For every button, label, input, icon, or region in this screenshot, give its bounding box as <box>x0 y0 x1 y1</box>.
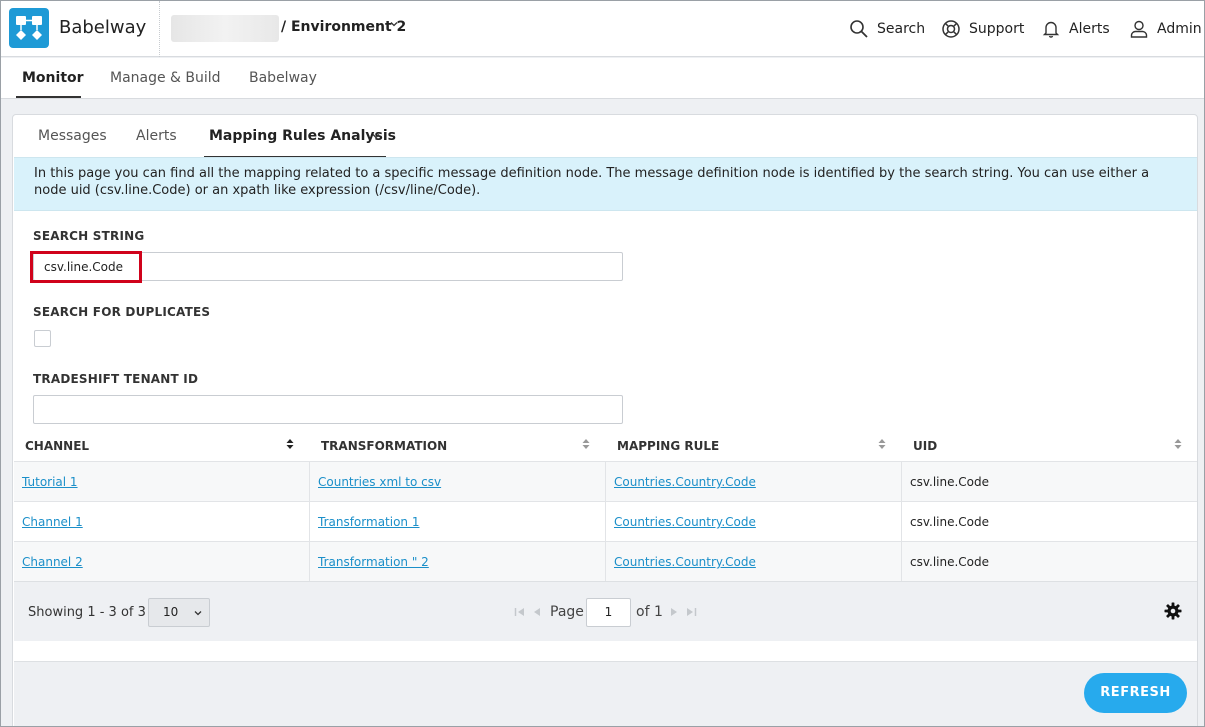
support-button[interactable]: Support <box>941 17 1024 41</box>
page-total-label: of 1 <box>636 604 663 620</box>
column-divider <box>309 502 310 542</box>
column-header-mapping-rule[interactable]: MAPPING RULE <box>617 439 719 453</box>
refresh-button[interactable]: REFRESH <box>1084 673 1187 713</box>
tab-monitor[interactable]: Monitor <box>22 70 84 86</box>
last-page-icon[interactable] <box>685 607 697 617</box>
action-footer <box>14 661 1197 726</box>
tenant-id-label: TRADESHIFT TENANT ID <box>33 372 199 386</box>
channel-cell: Channel 2 <box>22 542 83 582</box>
active-tab-indicator <box>16 96 81 98</box>
mapping-rule-link[interactable]: Countries.Country.Code <box>614 515 756 529</box>
content-panel: Messages Alerts Mapping Rules Analysis I… <box>12 114 1198 726</box>
subtab-alerts[interactable]: Alerts <box>136 128 177 144</box>
pagination-bar: Showing 1 - 3 of 3 10 Page 1 of 1 <box>14 581 1197 641</box>
tab-manage-build[interactable]: Manage & Build <box>110 70 221 86</box>
table-row[interactable]: Channel 2 Transformation " 2 Countries.C… <box>14 541 1197 582</box>
search-label: Search <box>877 21 926 37</box>
page-size-value: 10 <box>163 605 179 619</box>
sub-nav: Messages Alerts Mapping Rules Analysis <box>13 115 1197 158</box>
transformation-link[interactable]: Countries xml to csv <box>318 475 441 489</box>
tenant-name-redacted <box>171 15 279 42</box>
support-label: Support <box>969 21 1025 37</box>
sort-icon[interactable] <box>286 438 294 450</box>
transformation-cell: Countries xml to csv <box>318 462 441 502</box>
previous-page-icon[interactable] <box>532 607 542 617</box>
column-divider <box>309 462 310 502</box>
page-number-input[interactable]: 1 <box>586 598 631 627</box>
mapping-rule-cell: Countries.Country.Code <box>614 462 756 502</box>
table-header: CHANNEL TRANSFORMATION MAPPING RULE UID <box>14 429 1197 461</box>
transformation-link[interactable]: Transformation " 2 <box>318 555 429 569</box>
mapping-rule-link[interactable]: Countries.Country.Code <box>614 555 756 569</box>
highlight-box <box>30 251 142 283</box>
uid-cell: csv.line.Code <box>910 475 990 489</box>
app-window: Babelway / Environment 2 Search Support … <box>0 0 1205 727</box>
uid-cell: csv.line.Code <box>910 555 990 569</box>
search-string-label: SEARCH STRING <box>33 229 145 243</box>
column-header-uid[interactable]: UID <box>913 439 937 453</box>
chevron-down-icon[interactable] <box>389 19 399 32</box>
tab-babelway[interactable]: Babelway <box>249 70 317 86</box>
search-button[interactable]: Search <box>849 17 925 41</box>
channel-cell: Tutorial 1 <box>22 462 78 502</box>
alerts-button[interactable]: Alerts <box>1041 17 1110 41</box>
column-divider <box>309 542 310 582</box>
sort-icon[interactable] <box>582 438 590 450</box>
next-page-icon[interactable] <box>669 607 679 617</box>
environment-selector[interactable]: / Environment 2 <box>281 19 406 35</box>
sort-icon[interactable] <box>1174 438 1182 450</box>
column-divider <box>901 462 902 502</box>
search-icon <box>850 20 868 38</box>
page-size-select[interactable]: 10 <box>148 598 210 627</box>
column-header-transformation[interactable]: TRANSFORMATION <box>321 439 447 453</box>
chevron-down-icon[interactable] <box>371 130 381 145</box>
header-divider <box>159 1 160 57</box>
transformation-cell: Transformation " 2 <box>318 542 429 582</box>
transformation-link[interactable]: Transformation 1 <box>318 515 419 529</box>
subtab-messages[interactable]: Messages <box>38 128 107 144</box>
transformation-cell: Transformation 1 <box>318 502 419 542</box>
channel-link[interactable]: Tutorial 1 <box>22 475 78 489</box>
gear-icon[interactable] <box>1164 602 1182 620</box>
uid-cell: csv.line.Code <box>910 515 990 529</box>
bell-icon <box>1042 21 1060 38</box>
tenant-id-input[interactable] <box>33 395 623 424</box>
babelway-logo-icon[interactable] <box>9 8 49 48</box>
column-divider <box>901 542 902 582</box>
table-row[interactable]: Channel 1 Transformation 1 Countries.Cou… <box>14 501 1197 542</box>
page-label: Page <box>550 604 584 620</box>
sort-icon[interactable] <box>878 438 886 450</box>
first-page-icon[interactable] <box>514 607 526 617</box>
main-nav: Monitor Manage & Build Babelway <box>1 58 1204 99</box>
info-banner: In this page you can find all the mappin… <box>14 157 1197 211</box>
subtab-mapping-rules-analysis[interactable]: Mapping Rules Analysis <box>209 128 396 144</box>
showing-count: Showing 1 - 3 of 3 <box>28 605 146 620</box>
top-bar: Babelway / Environment 2 Search Support … <box>1 1 1204 57</box>
mapping-rule-link[interactable]: Countries.Country.Code <box>614 475 756 489</box>
column-divider <box>605 502 606 542</box>
search-duplicates-label: SEARCH FOR DUPLICATES <box>33 305 211 319</box>
column-divider <box>605 542 606 582</box>
admin-label: Admin <box>1157 21 1202 37</box>
lifebuoy-icon <box>942 20 960 38</box>
channel-link[interactable]: Channel 2 <box>22 555 83 569</box>
search-duplicates-checkbox[interactable] <box>34 330 51 347</box>
admin-button[interactable]: Admin <box>1129 17 1202 41</box>
chevron-down-icon <box>194 611 202 616</box>
channel-cell: Channel 1 <box>22 502 83 542</box>
mapping-rule-cell: Countries.Country.Code <box>614 502 756 542</box>
alerts-label: Alerts <box>1069 21 1110 37</box>
app-title: Babelway <box>59 17 147 38</box>
column-divider <box>901 502 902 542</box>
column-divider <box>605 462 606 502</box>
user-icon <box>1130 20 1148 38</box>
table-row[interactable]: Tutorial 1 Countries xml to csv Countrie… <box>14 461 1197 502</box>
channel-link[interactable]: Channel 1 <box>22 515 83 529</box>
column-header-channel[interactable]: CHANNEL <box>25 439 89 453</box>
mapping-rule-cell: Countries.Country.Code <box>614 542 756 582</box>
